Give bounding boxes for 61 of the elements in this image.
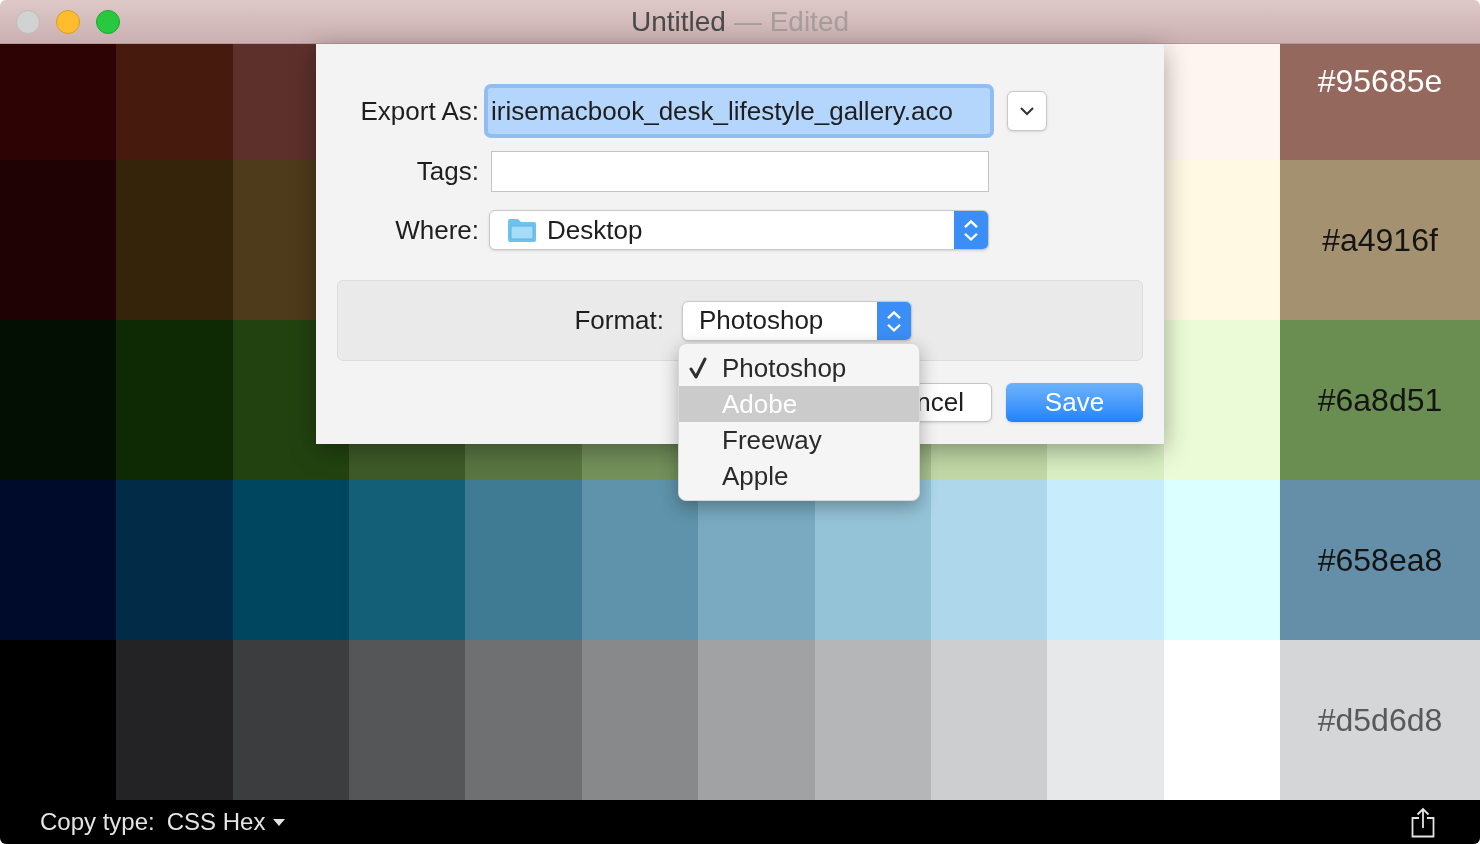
- color-swatch[interactable]: [581, 480, 699, 640]
- color-swatch[interactable]: [1163, 480, 1280, 640]
- zoom-button[interactable]: [96, 9, 120, 34]
- tags-field[interactable]: [491, 151, 989, 192]
- color-swatch[interactable]: [116, 480, 233, 640]
- color-swatch[interactable]: [930, 640, 1048, 800]
- hex-code: #d5d6d8: [1317, 701, 1443, 740]
- hex-code: #658ea8: [1317, 541, 1443, 580]
- caret-icon: [273, 818, 286, 826]
- base-color-swatch[interactable]: #658ea8: [1280, 480, 1480, 640]
- expand-button[interactable]: [1007, 91, 1047, 131]
- color-swatch[interactable]: [349, 640, 466, 800]
- color-swatch[interactable]: [1163, 44, 1280, 160]
- hex-code: #95685e: [1317, 62, 1443, 101]
- color-swatch[interactable]: [465, 480, 582, 640]
- hex-code: #a4916f: [1322, 221, 1438, 260]
- color-swatch[interactable]: [116, 160, 233, 320]
- base-color-swatch[interactable]: #6a8d51: [1280, 320, 1480, 480]
- stepper-icon: [954, 211, 988, 249]
- menu-item[interactable]: Apple: [679, 458, 919, 494]
- share-icon[interactable]: [1411, 806, 1435, 838]
- color-swatch[interactable]: [581, 640, 699, 800]
- color-swatch[interactable]: [1047, 480, 1164, 640]
- filename-field[interactable]: irisemacbook_desk_lifestyle_gallery.aco: [484, 84, 994, 138]
- field-label: Where:: [395, 213, 479, 247]
- color-swatch[interactable]: [698, 640, 815, 800]
- menu-item[interactable]: Freeway: [679, 422, 919, 458]
- color-swatch[interactable]: [0, 160, 117, 320]
- color-swatch[interactable]: [930, 480, 1048, 640]
- field-label: Format:: [574, 304, 664, 337]
- base-color-swatch[interactable]: #d5d6d8: [1280, 640, 1480, 800]
- color-swatch[interactable]: [349, 480, 466, 640]
- minimize-button[interactable]: [56, 9, 80, 34]
- hex-code: #6a8d51: [1317, 381, 1443, 420]
- color-swatch[interactable]: [1163, 640, 1280, 800]
- copy-type-label: Copy type:: [40, 807, 155, 837]
- menu-item[interactable]: Photoshop: [679, 350, 919, 386]
- color-swatch[interactable]: [0, 640, 117, 800]
- base-color-swatch[interactable]: #95685e: [1280, 44, 1480, 160]
- base-color-swatch[interactable]: #a4916f: [1280, 160, 1480, 320]
- color-swatch[interactable]: [1163, 160, 1280, 320]
- color-swatch[interactable]: [1047, 640, 1164, 800]
- color-swatch[interactable]: [0, 320, 117, 480]
- color-swatch[interactable]: [814, 640, 931, 800]
- color-swatch[interactable]: [0, 44, 117, 160]
- folder-icon: [507, 217, 537, 243]
- color-swatch[interactable]: [0, 480, 117, 640]
- color-swatch[interactable]: [116, 44, 233, 160]
- window-title: Untitled: [630, 4, 726, 39]
- color-swatch[interactable]: [232, 640, 350, 800]
- color-swatch[interactable]: [116, 320, 233, 480]
- stepper-icon: [877, 301, 911, 340]
- color-swatch[interactable]: [116, 640, 233, 800]
- field-label: Tags:: [416, 155, 479, 188]
- color-swatch[interactable]: [465, 640, 582, 800]
- location-popup[interactable]: Desktop: [489, 210, 989, 250]
- color-swatch[interactable]: [1163, 320, 1280, 480]
- copy-type-popup[interactable]: CSS Hex: [166, 804, 286, 840]
- color-swatch[interactable]: [232, 480, 350, 640]
- field-label: Export As:: [360, 94, 479, 128]
- format-popup[interactable]: Photoshop: [682, 300, 912, 341]
